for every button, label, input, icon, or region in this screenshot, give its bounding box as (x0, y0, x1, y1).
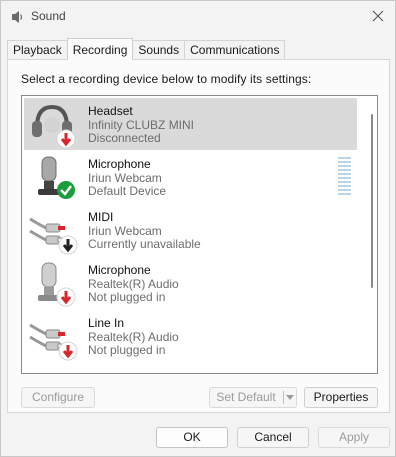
device-name: Microphone (88, 263, 151, 277)
line-in-cable-icon (28, 313, 80, 361)
properties-button[interactable]: Properties (304, 387, 378, 408)
tab-playback[interactable]: Playback (7, 40, 68, 60)
title-bar[interactable]: Sound (1, 1, 395, 33)
status-down-arrow-icon (58, 341, 78, 361)
line-in-cable-icon (28, 207, 80, 255)
device-status: Disconnected (88, 131, 161, 145)
device-name: Line In (88, 316, 125, 330)
configure-button[interactable]: Configure (21, 387, 95, 408)
device-name: MIDI (88, 210, 114, 224)
device-status: Currently unavailable (88, 237, 201, 251)
tab-sounds[interactable]: Sounds (132, 40, 186, 60)
device-list[interactable]: Headset Infinity CLUBZ MINI Disconnected (21, 95, 378, 374)
set-default-label: Set Default (216, 390, 276, 404)
device-driver: Realtek(R) Audio (88, 277, 179, 291)
input-level-meter (338, 157, 351, 197)
close-button[interactable] (361, 1, 395, 31)
device-driver: Realtek(R) Audio (88, 330, 179, 344)
status-down-arrow-icon (56, 287, 76, 307)
microphone-icon (28, 260, 80, 308)
sound-dialog: Sound Playback Recording Sounds Communic… (0, 0, 396, 457)
device-driver: Iriun Webcam (88, 224, 162, 238)
status-down-arrow-icon (56, 129, 76, 149)
headset-icon (28, 101, 80, 149)
instructions-text: Select a recording device below to modif… (21, 72, 312, 86)
status-check-icon (57, 181, 75, 199)
close-icon (372, 10, 384, 22)
apply-button[interactable]: Apply (318, 427, 390, 448)
tab-communications[interactable]: Communications (184, 40, 286, 60)
device-item-midi[interactable]: MIDI Iriun Webcam Currently unavailable (24, 204, 357, 256)
device-status: Not plugged in (88, 290, 166, 304)
tab-recording[interactable]: Recording (66, 38, 134, 60)
tab-strip: Playback Recording Sounds Communications (7, 38, 286, 60)
ok-button[interactable]: OK (156, 427, 228, 448)
recording-panel: Select a recording device below to modif… (7, 59, 390, 413)
status-down-arrow-icon (58, 235, 78, 255)
device-item-headset[interactable]: Headset Infinity CLUBZ MINI Disconnected (24, 98, 357, 150)
device-list-scrollbar[interactable] (371, 114, 373, 288)
split-divider (283, 391, 284, 404)
device-item-microphone-realtek[interactable]: Microphone Realtek(R) Audio Not plugged … (24, 257, 357, 309)
device-name: Headset (88, 104, 133, 118)
cancel-button[interactable]: Cancel (237, 427, 309, 448)
chevron-down-icon[interactable] (286, 395, 294, 400)
device-status: Not plugged in (88, 343, 166, 357)
microphone-icon (28, 154, 80, 202)
window-title: Sound (31, 9, 66, 23)
device-driver: Infinity CLUBZ MINI (88, 118, 195, 132)
device-driver: Iriun Webcam (88, 171, 162, 185)
speaker-icon (10, 10, 24, 24)
device-item-line-in[interactable]: Line In Realtek(R) Audio Not plugged in (24, 310, 357, 362)
set-default-button[interactable]: Set Default (209, 387, 297, 408)
device-status: Default Device (88, 184, 167, 198)
device-item-microphone-iriun[interactable]: Microphone Iriun Webcam Default Device (24, 151, 357, 203)
device-name: Microphone (88, 157, 151, 171)
